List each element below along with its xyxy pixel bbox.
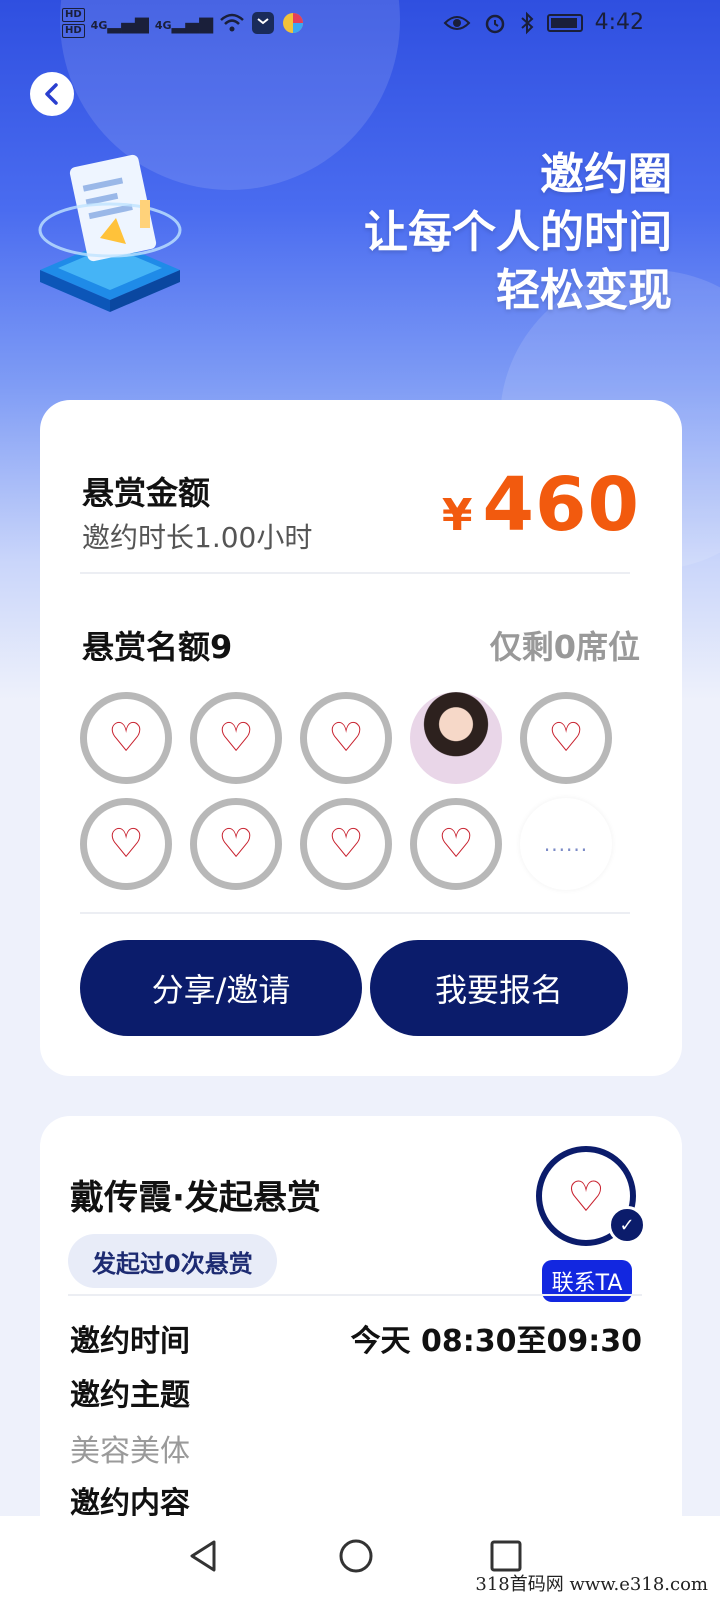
signup-button[interactable]: 我要报名: [370, 940, 628, 1036]
divider: [68, 1294, 642, 1296]
verified-shield-icon: ✓: [608, 1206, 646, 1244]
signal-icon: 4G▂▄▆: [90, 12, 149, 34]
slots-label: 悬赏名额9: [82, 628, 233, 666]
publisher-name: 戴传霞·发起悬赏: [70, 1178, 321, 1218]
hd-icon: HD: [62, 8, 85, 22]
heart-logo-icon: ♡: [218, 821, 254, 867]
heart-logo-icon: ♡: [328, 715, 364, 761]
heart-logo-icon: ♡: [328, 821, 364, 867]
eye-icon: [443, 15, 471, 30]
participant-avatar[interactable]: ♡: [80, 692, 172, 784]
hero-subtitle: 轻松变现: [496, 265, 672, 316]
heart-logo-icon: ♡: [108, 821, 144, 867]
alarm-icon: [485, 14, 504, 33]
invite-topic-label: 邀约主题: [70, 1378, 190, 1413]
document-illustration-icon: [38, 154, 182, 312]
participant-avatar[interactable]: ♡: [190, 692, 282, 784]
chevron-left-icon: [45, 83, 58, 105]
participant-avatar[interactable]: ♡: [300, 798, 392, 890]
publish-count-badge: 发起过0次悬赏: [68, 1234, 277, 1288]
divider: [80, 572, 630, 574]
divider: [80, 912, 630, 914]
reward-amount: ¥ 460: [442, 462, 640, 548]
app-notification-icon: [252, 12, 275, 34]
participant-avatar[interactable]: ♡: [520, 692, 612, 784]
heart-logo-icon: ♡: [108, 715, 144, 761]
participant-avatar[interactable]: ♡: [190, 798, 282, 890]
status-bar: HD HD 4G▂▄▆ 4G▂▄▆ 4:42: [0, 0, 720, 48]
hero-subtitle: 让每个人的时间: [364, 207, 672, 258]
participant-avatar[interactable]: ♡: [300, 692, 392, 784]
hero-title: 邀约圈: [540, 149, 672, 200]
currency-symbol: ¥: [441, 490, 473, 541]
app-notification-icon: [283, 13, 304, 33]
watermark: 318首码网 www.e318.com: [475, 1574, 708, 1595]
slots-remaining: 仅剩0席位: [489, 628, 640, 666]
invite-time-value: 今天 08:30至09:30: [350, 1324, 642, 1359]
signal-icon: 4G▂▄▆: [154, 12, 214, 34]
reward-amount-label: 悬赏金额: [82, 474, 211, 512]
bluetooth-icon: [520, 11, 534, 34]
heart-logo-icon: ♡: [548, 715, 584, 761]
hd-icon: HD: [62, 24, 85, 38]
heart-logo-icon: ♡: [438, 821, 474, 867]
reward-amount-value: 460: [482, 462, 640, 548]
participant-avatar[interactable]: [410, 692, 502, 784]
reward-card: 悬赏金额 邀约时长1.00小时 ¥ 460 悬赏名额9 仅剩0席位 ♡ ♡ ♡ …: [40, 400, 682, 1076]
back-button[interactable]: [30, 72, 74, 116]
invite-time-label: 邀约时间: [70, 1324, 190, 1359]
heart-logo-icon: ♡: [567, 1171, 605, 1221]
reward-duration: 邀约时长1.00小时: [82, 521, 313, 554]
more-participants-button[interactable]: ......: [520, 798, 612, 890]
clock: 4:42: [594, 10, 644, 35]
invite-topic-value: 美容美体: [70, 1434, 190, 1469]
back-triangle-icon[interactable]: [184, 1536, 224, 1576]
system-nav-bar: 318首码网 www.e318.com: [0, 1516, 720, 1600]
participant-avatar[interactable]: ♡: [80, 798, 172, 890]
participant-avatar[interactable]: ♡: [410, 798, 502, 890]
battery-icon: [546, 13, 583, 32]
wifi-icon: [220, 13, 244, 32]
hero-slogan: 邀约圈 让每个人的时间 轻松变现: [364, 146, 672, 320]
share-invite-button[interactable]: 分享/邀请: [80, 940, 362, 1036]
home-circle-icon[interactable]: [336, 1536, 376, 1576]
heart-logo-icon: ♡: [218, 715, 254, 761]
